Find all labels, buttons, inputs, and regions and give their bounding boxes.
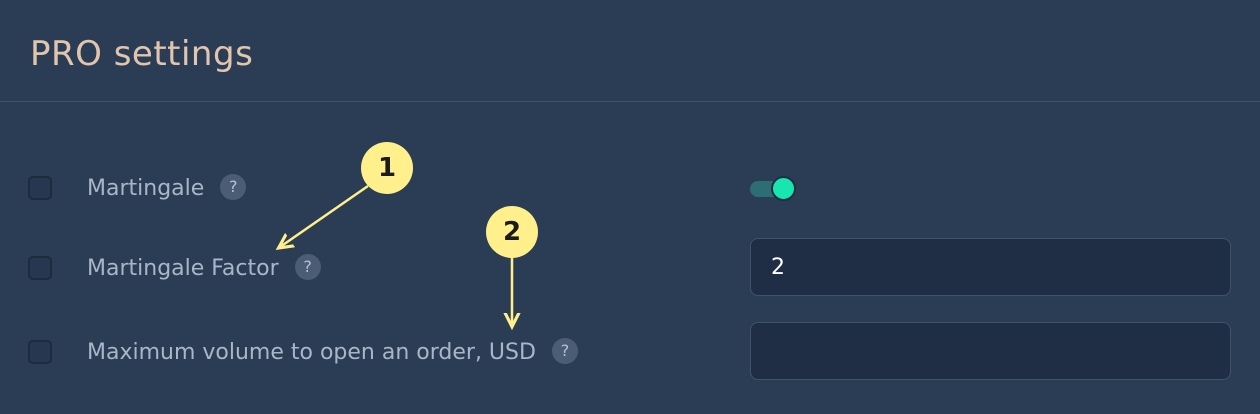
annotation-arrows xyxy=(0,184,1260,414)
annotation-arrow-1 xyxy=(280,184,369,247)
annotation-marker-2: 2 xyxy=(486,206,538,258)
annotation-marker-1: 1 xyxy=(361,142,413,194)
